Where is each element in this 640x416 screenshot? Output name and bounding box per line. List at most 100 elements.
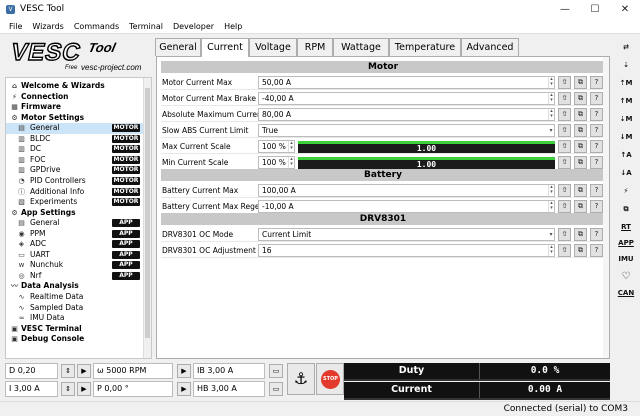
tree-item-vesc-terminal[interactable]: ▣ VESC Terminal [6, 324, 144, 335]
tree-item-nrf[interactable]: ◎ Nrf APP [6, 271, 144, 282]
menu-terminal[interactable]: Terminal [124, 20, 168, 34]
read-default-icon[interactable]: ⇧ [558, 140, 571, 153]
current-input[interactable]: I 3,00 A [5, 381, 58, 397]
tab-temperature[interactable]: Temperature [389, 38, 461, 56]
minimize-button[interactable]: — [550, 0, 580, 20]
read-app-config-icon[interactable]: ↓A [615, 166, 637, 180]
upload-motor-config-icon[interactable]: ↑M [615, 94, 637, 108]
read-default-icon[interactable]: ⇧ [558, 92, 571, 105]
tree-item-welcome-wizards[interactable]: ⌂ Welcome & Wizards [6, 81, 144, 92]
copy-icon[interactable]: ⧉ [574, 108, 587, 121]
stop-button[interactable]: STOP [316, 363, 344, 395]
read-motor-default-icon[interactable]: ⇣M [615, 112, 637, 126]
download-motor-config-icon[interactable]: ↓M [615, 130, 637, 144]
help-icon[interactable]: ? [590, 124, 603, 137]
hb-apply-icon[interactable]: ▭ [269, 382, 283, 396]
read-default-icon[interactable]: ⇧ [558, 156, 571, 169]
menu-developer[interactable]: Developer [168, 20, 219, 34]
copy-icon[interactable]: ⧉ [574, 156, 587, 169]
copy-icon[interactable]: ⧉ [574, 228, 587, 241]
hb-input[interactable]: HB 3,00 A [193, 381, 265, 397]
tree-item-general[interactable]: ▤ General APP [6, 218, 144, 229]
read-default-icon[interactable]: ⇧ [558, 244, 571, 257]
spinner-icon[interactable]: ▴ ▾ [548, 93, 554, 104]
write-motor-config-icon[interactable]: ⇡M [615, 76, 637, 90]
spinner-icon[interactable]: ▴ ▾ [288, 157, 294, 168]
help-icon[interactable]: ? [590, 184, 603, 197]
navigation-tree[interactable]: ⌂ Welcome & Wizards ⚡ Connection ▦ Firmware ⚙ M… [5, 77, 152, 359]
menu-wizards[interactable]: Wizards [27, 20, 68, 34]
help-icon[interactable]: ? [590, 76, 603, 89]
read-default-icon[interactable]: ⇧ [558, 124, 571, 137]
max-current-scale-input[interactable]: 100 % ▴ ▾ [258, 140, 295, 153]
absolute-max-current-input[interactable]: 80,00 A ▴ ▾ [258, 108, 555, 121]
copy-icon[interactable]: ⧉ [574, 140, 587, 153]
read-default-icon[interactable]: ⇧ [558, 76, 571, 89]
close-button[interactable]: ✕ [610, 0, 640, 20]
position-apply-icon[interactable]: ▶ [177, 382, 191, 396]
rpm-apply-icon[interactable]: ▶ [177, 364, 191, 378]
menu-help[interactable]: Help [219, 20, 247, 34]
power-icon[interactable]: ⚡ [615, 184, 637, 198]
tree-item-debug-console[interactable]: ▣ Debug Console [6, 334, 144, 345]
rpm-input[interactable]: ω 5000 RPM [93, 363, 173, 379]
read-config-icon[interactable]: ⇣ [615, 58, 637, 72]
tab-advanced[interactable]: Advanced [461, 38, 519, 56]
battery-current-max-input[interactable]: 100,00 A ▴ ▾ [258, 184, 555, 197]
help-icon[interactable]: ? [590, 244, 603, 257]
copy-icon[interactable]: ⧉ [574, 244, 587, 257]
tree-item-data-analysis[interactable]: 〰 Data Analysis [6, 281, 144, 292]
battery-current-max-regen-input[interactable]: -10,00 A ▴ ▾ [258, 200, 555, 213]
menu-commands[interactable]: Commands [69, 20, 124, 34]
content-scrollbar[interactable] [603, 57, 609, 358]
copy-icon[interactable]: ⧉ [574, 184, 587, 197]
heart-icon[interactable]: ♡ [615, 270, 637, 284]
spinner-icon[interactable]: ▴ ▾ [548, 245, 554, 256]
help-icon[interactable]: ? [590, 108, 603, 121]
help-icon[interactable]: ? [590, 92, 603, 105]
spinner-icon[interactable]: ▴ ▾ [548, 185, 554, 196]
imu-icon[interactable]: IMU [615, 252, 637, 266]
read-default-icon[interactable]: ⇧ [558, 200, 571, 213]
help-icon[interactable]: ? [590, 140, 603, 153]
duty-apply-icon[interactable]: ▶ [77, 364, 91, 378]
tab-voltage[interactable]: Voltage [249, 38, 297, 56]
tab-rpm[interactable]: RPM [297, 38, 333, 56]
spinner-icon[interactable]: ▴ ▾ [288, 141, 294, 152]
tree-item-experiments[interactable]: ▧ Experiments MOTOR [6, 197, 144, 208]
position-input[interactable]: P 0,00 ° [93, 381, 173, 397]
tree-item-uart[interactable]: ▭ UART APP [6, 250, 144, 261]
help-icon[interactable]: ? [590, 228, 603, 241]
app-data-icon[interactable]: APP [615, 236, 637, 250]
tree-item-realtime-data[interactable]: ∿ Realtime Data [6, 292, 144, 303]
motor-current-max-input[interactable]: 50,00 A ▴ ▾ [258, 76, 555, 89]
ib-input[interactable]: IB 3,00 A [193, 363, 265, 379]
copy-icon[interactable]: ⧉ [574, 200, 587, 213]
read-default-icon[interactable]: ⇧ [558, 228, 571, 241]
slow-abs-current-limit-dropdown[interactable]: True ▾ [258, 124, 555, 137]
copy-icon[interactable]: ⧉ [574, 76, 587, 89]
network-icon[interactable]: ⧉ [615, 202, 637, 216]
drv-oc-adjustment-input[interactable]: 16 ▴ ▾ [258, 244, 555, 257]
tree-item-adc[interactable]: ◈ ADC APP [6, 239, 144, 250]
tree-item-pid-controllers[interactable]: ◔ PID Controllers MOTOR [6, 176, 144, 187]
tree-item-ppm[interactable]: ◉ PPM APP [6, 229, 144, 240]
tree-item-general[interactable]: ▤ General MOTOR [6, 123, 144, 134]
read-default-icon[interactable]: ⇧ [558, 108, 571, 121]
copy-icon[interactable]: ⧉ [574, 92, 587, 105]
ib-apply-icon[interactable]: ▭ [269, 364, 283, 378]
tree-item-dc[interactable]: ▥ DC MOTOR [6, 144, 144, 155]
help-icon[interactable]: ? [590, 156, 603, 169]
tree-scrollbar[interactable] [143, 78, 151, 358]
read-default-icon[interactable]: ⇧ [558, 184, 571, 197]
tree-item-additional-info[interactable]: ⓘ Additional Info MOTOR [6, 187, 144, 198]
tree-item-motor-settings[interactable]: ⚙ Motor Settings [6, 113, 144, 124]
tree-item-gpdrive[interactable]: ▥ GPDrive MOTOR [6, 165, 144, 176]
tab-wattage[interactable]: Wattage [333, 38, 389, 56]
anchor-button[interactable]: ⚓ [287, 363, 315, 395]
maximize-button[interactable]: ☐ [580, 0, 610, 20]
tree-item-nunchuk[interactable]: ᴡ Nunchuk APP [6, 260, 144, 271]
can-icon[interactable]: CAN [615, 286, 637, 300]
motor-current-max-brake-input[interactable]: -40,00 A ▴ ▾ [258, 92, 555, 105]
tree-item-connection[interactable]: ⚡ Connection [6, 92, 144, 103]
